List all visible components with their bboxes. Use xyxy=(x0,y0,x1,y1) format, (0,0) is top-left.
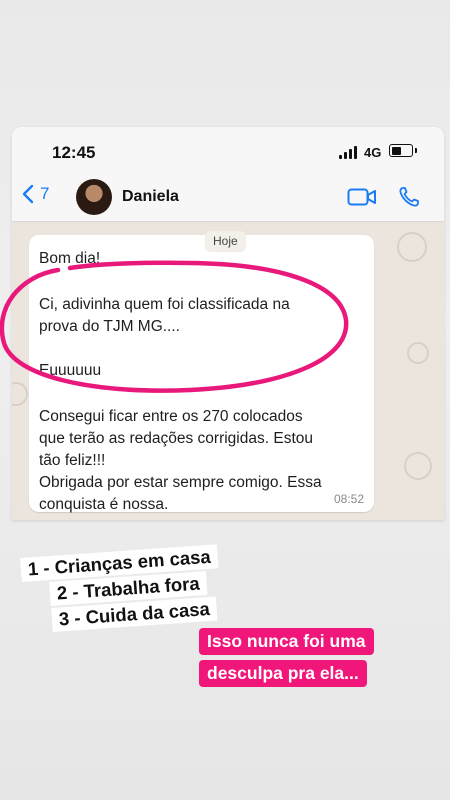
message-line: prova do TJM MG.... xyxy=(39,318,180,335)
message-line: que terão as redações corrigidas. Estou xyxy=(39,430,313,447)
status-time: 12:45 xyxy=(52,143,96,162)
phone-call-icon xyxy=(399,187,419,207)
video-call-icon xyxy=(347,188,376,206)
message-line: Obrigada por estar sempre comigo. Essa xyxy=(39,474,322,491)
status-bar: 12:45 4G xyxy=(12,127,444,175)
message-line: Ci, adivinha quem foi classificada na xyxy=(39,296,290,313)
whatsapp-screenshot: 12:45 4G 7 Daniela Bom dia! Ci, adivinha… xyxy=(12,127,444,520)
date-separator: Hoje xyxy=(205,231,246,251)
caption-line-1: Isso nunca foi uma xyxy=(199,628,374,655)
avatar[interactable] xyxy=(76,179,112,215)
message-time: 08:52 xyxy=(333,492,364,506)
message-line: Euuuuuu xyxy=(39,362,102,379)
caption-line-2: desculpa pra ela... xyxy=(199,660,367,687)
phone-call-button[interactable] xyxy=(398,186,420,213)
back-chevron-icon xyxy=(22,184,34,204)
contact-name[interactable]: Daniela xyxy=(122,188,179,206)
message-line: Bom dia! xyxy=(39,250,101,267)
battery-tip xyxy=(415,148,417,153)
back-button[interactable]: 7 xyxy=(22,184,49,204)
back-count: 7 xyxy=(40,184,50,203)
signal-icon xyxy=(339,146,359,159)
message-bubble[interactable]: Bom dia! Ci, adivinha quem foi classific… xyxy=(29,235,374,513)
message-line: conquista é nossa. xyxy=(39,496,169,513)
battery-icon xyxy=(389,144,413,157)
network-label: 4G xyxy=(364,145,382,160)
message-line: Consegui ficar entre os 270 colocados xyxy=(39,408,303,425)
message-line: tão feliz!!! xyxy=(39,452,106,469)
video-call-button[interactable] xyxy=(347,187,377,212)
chat-header: 7 Daniela xyxy=(12,175,444,222)
